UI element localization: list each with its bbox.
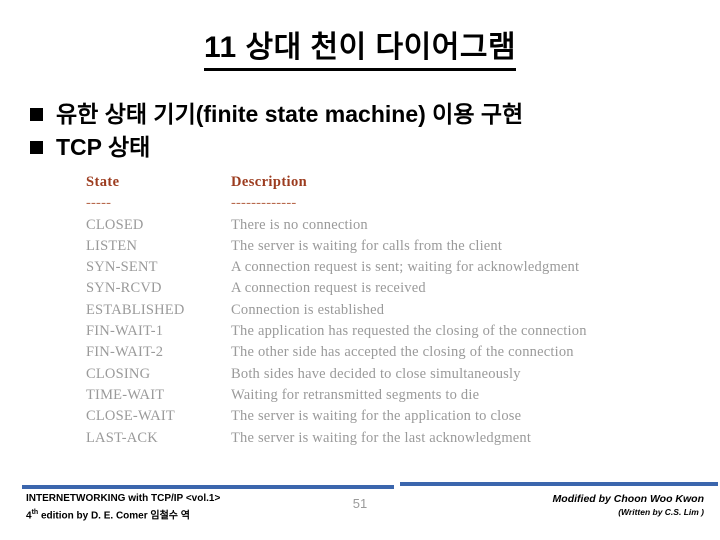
cell-description: The application has requested the closin…: [231, 323, 587, 340]
footer-credit-sub: (Written by C.S. Lim ): [618, 507, 704, 517]
table-row: ESTABLISHED Connection is established: [86, 302, 686, 323]
separator-state: -----: [86, 195, 112, 212]
cell-state: CLOSE-WAIT: [86, 408, 175, 425]
square-bullet-icon: [30, 141, 43, 154]
table-row: SYN-RCVD A connection request is receive…: [86, 280, 686, 301]
page-title-text: 11 상대 천이 다이어그램: [203, 22, 517, 71]
cell-description: A connection request is received: [231, 280, 426, 297]
cell-description: Waiting for retransmitted segments to di…: [231, 386, 480, 403]
table-row: CLOSING Both sides have decided to close…: [86, 366, 686, 387]
cell-description: Both sides have decided to close simulta…: [231, 365, 521, 382]
cell-state: CLOSING: [86, 365, 151, 382]
footer-credit-main: Modified by Choon Woo Kwon: [552, 493, 704, 505]
separator-description: -------------: [231, 195, 297, 212]
page-title: 11 상대 천이 다이어그램: [0, 22, 720, 71]
cell-description: A connection request is sent; waiting fo…: [231, 259, 580, 276]
table-row: SYN-SENT A connection request is sent; w…: [86, 259, 686, 280]
table-row: CLOSE-WAIT The server is waiting for the…: [86, 408, 686, 429]
cell-description: There is no connection: [231, 216, 368, 233]
cell-state: SYN-SENT: [86, 259, 158, 276]
tcp-state-table: State Description ----- ------------- CL…: [86, 174, 686, 451]
bullet-item-label: 유한 상태 기기(finite state machine) 이용 구현: [56, 101, 524, 127]
footer-credit: Modified by Choon Woo Kwon (Written by C…: [553, 492, 704, 518]
cell-state: LAST-ACK: [86, 429, 158, 446]
table-header-row: State Description: [86, 174, 686, 195]
cell-state: CLOSED: [86, 216, 144, 233]
footer-divider-left-segment: [22, 485, 394, 489]
footer-edition-rest: edition by D. E. Comer 임철수 역: [38, 510, 190, 522]
square-bullet-icon: [30, 108, 43, 121]
bullet-item-1: TCP 상태: [30, 133, 700, 163]
cell-state: LISTEN: [86, 237, 138, 254]
cell-state: TIME-WAIT: [86, 386, 165, 403]
cell-description: Connection is established: [231, 301, 385, 318]
column-header-description: Description: [231, 174, 308, 190]
table-row: CLOSED There is no connection: [86, 217, 686, 238]
cell-state: FIN-WAIT-1: [86, 323, 164, 340]
footer-divider-right-segment: [400, 482, 718, 486]
table-row: LAST-ACK The server is waiting for the l…: [86, 430, 686, 451]
cell-state: ESTABLISHED: [86, 301, 185, 318]
table-row: TIME-WAIT Waiting for retransmitted segm…: [86, 387, 686, 408]
column-header-state: State: [86, 174, 120, 190]
table-row: LISTEN The server is waiting for calls f…: [86, 238, 686, 259]
table-row: FIN-WAIT-2 The other side has accepted t…: [86, 344, 686, 365]
bullet-item-0: 유한 상태 기기(finite state machine) 이용 구현: [30, 100, 700, 130]
table-separator-row: ----- -------------: [86, 195, 686, 216]
cell-description: The server is waiting for the applicatio…: [231, 408, 522, 425]
footer: INTERNETWORKING with TCP/IP <vol.1> 4th …: [0, 492, 720, 532]
cell-description: The server is waiting for the last ackno…: [231, 429, 532, 446]
cell-state: FIN-WAIT-2: [86, 344, 164, 361]
cell-description: The other side has accepted the closing …: [231, 344, 574, 361]
cell-state: SYN-RCVD: [86, 280, 162, 297]
table-row: FIN-WAIT-1 The application has requested…: [86, 323, 686, 344]
bullet-item-label: TCP 상태: [56, 134, 151, 160]
bullet-list: 유한 상태 기기(finite state machine) 이용 구현 TCP…: [30, 100, 700, 166]
cell-description: The server is waiting for calls from the…: [231, 237, 503, 254]
